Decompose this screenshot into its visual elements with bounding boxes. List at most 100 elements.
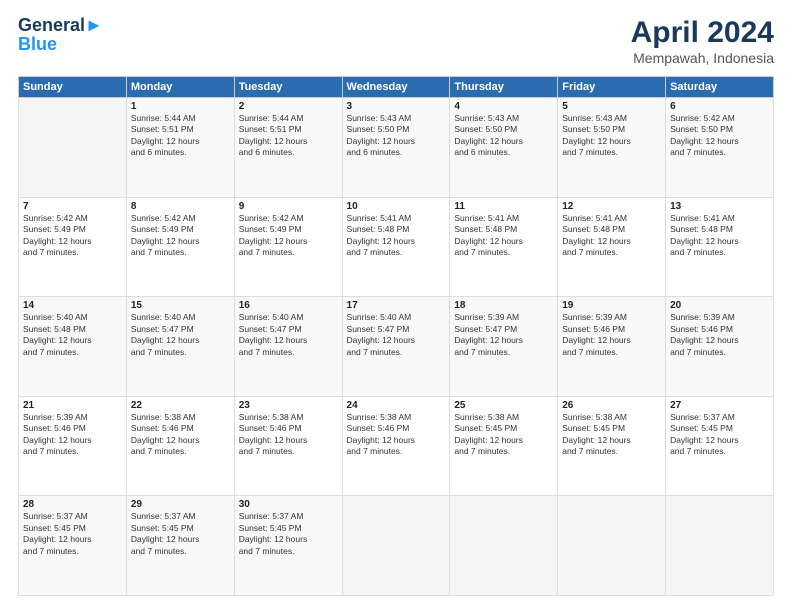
logo-blue: Blue [18,34,103,55]
table-row: 3Sunrise: 5:43 AM Sunset: 5:50 PM Daylig… [342,98,450,198]
location-subtitle: Mempawah, Indonesia [631,50,774,66]
table-row: 5Sunrise: 5:43 AM Sunset: 5:50 PM Daylig… [558,98,666,198]
table-row [19,98,127,198]
logo-text: General► [18,16,103,36]
table-row: 28Sunrise: 5:37 AM Sunset: 5:45 PM Dayli… [19,496,127,596]
cell-info: Sunrise: 5:39 AM Sunset: 5:47 PM Dayligh… [454,312,553,358]
day-number: 6 [670,101,769,112]
day-number: 16 [239,300,338,311]
table-row: 25Sunrise: 5:38 AM Sunset: 5:45 PM Dayli… [450,396,558,496]
table-row: 23Sunrise: 5:38 AM Sunset: 5:46 PM Dayli… [234,396,342,496]
cell-info: Sunrise: 5:39 AM Sunset: 5:46 PM Dayligh… [23,412,122,458]
table-row: 11Sunrise: 5:41 AM Sunset: 5:48 PM Dayli… [450,197,558,297]
table-row: 16Sunrise: 5:40 AM Sunset: 5:47 PM Dayli… [234,297,342,397]
col-wednesday: Wednesday [342,77,450,98]
day-number: 9 [239,201,338,212]
col-tuesday: Tuesday [234,77,342,98]
calendar-week-row: 7Sunrise: 5:42 AM Sunset: 5:49 PM Daylig… [19,197,774,297]
cell-info: Sunrise: 5:40 AM Sunset: 5:48 PM Dayligh… [23,312,122,358]
col-thursday: Thursday [450,77,558,98]
header: General► Blue April 2024 Mempawah, Indon… [18,16,774,66]
table-row: 21Sunrise: 5:39 AM Sunset: 5:46 PM Dayli… [19,396,127,496]
day-number: 10 [347,201,446,212]
table-row [342,496,450,596]
cell-info: Sunrise: 5:37 AM Sunset: 5:45 PM Dayligh… [131,511,230,557]
day-number: 1 [131,101,230,112]
day-number: 27 [670,400,769,411]
cell-info: Sunrise: 5:43 AM Sunset: 5:50 PM Dayligh… [347,113,446,159]
cell-info: Sunrise: 5:42 AM Sunset: 5:49 PM Dayligh… [131,213,230,259]
cell-info: Sunrise: 5:37 AM Sunset: 5:45 PM Dayligh… [239,511,338,557]
cell-info: Sunrise: 5:43 AM Sunset: 5:50 PM Dayligh… [562,113,661,159]
calendar-week-row: 28Sunrise: 5:37 AM Sunset: 5:45 PM Dayli… [19,496,774,596]
day-number: 26 [562,400,661,411]
table-row: 19Sunrise: 5:39 AM Sunset: 5:46 PM Dayli… [558,297,666,397]
cell-info: Sunrise: 5:39 AM Sunset: 5:46 PM Dayligh… [670,312,769,358]
table-row: 10Sunrise: 5:41 AM Sunset: 5:48 PM Dayli… [342,197,450,297]
calendar-week-row: 14Sunrise: 5:40 AM Sunset: 5:48 PM Dayli… [19,297,774,397]
day-number: 23 [239,400,338,411]
cell-info: Sunrise: 5:42 AM Sunset: 5:49 PM Dayligh… [239,213,338,259]
col-monday: Monday [126,77,234,98]
cell-info: Sunrise: 5:38 AM Sunset: 5:46 PM Dayligh… [131,412,230,458]
calendar-week-row: 1Sunrise: 5:44 AM Sunset: 5:51 PM Daylig… [19,98,774,198]
day-number: 17 [347,300,446,311]
table-row [450,496,558,596]
cell-info: Sunrise: 5:43 AM Sunset: 5:50 PM Dayligh… [454,113,553,159]
cell-info: Sunrise: 5:40 AM Sunset: 5:47 PM Dayligh… [131,312,230,358]
cell-info: Sunrise: 5:41 AM Sunset: 5:48 PM Dayligh… [562,213,661,259]
calendar-table: Sunday Monday Tuesday Wednesday Thursday… [18,76,774,596]
day-number: 5 [562,101,661,112]
cell-info: Sunrise: 5:42 AM Sunset: 5:49 PM Dayligh… [23,213,122,259]
cell-info: Sunrise: 5:38 AM Sunset: 5:45 PM Dayligh… [562,412,661,458]
col-saturday: Saturday [666,77,774,98]
cell-info: Sunrise: 5:40 AM Sunset: 5:47 PM Dayligh… [347,312,446,358]
day-number: 20 [670,300,769,311]
cell-info: Sunrise: 5:37 AM Sunset: 5:45 PM Dayligh… [670,412,769,458]
table-row: 13Sunrise: 5:41 AM Sunset: 5:48 PM Dayli… [666,197,774,297]
cell-info: Sunrise: 5:39 AM Sunset: 5:46 PM Dayligh… [562,312,661,358]
col-friday: Friday [558,77,666,98]
table-row: 30Sunrise: 5:37 AM Sunset: 5:45 PM Dayli… [234,496,342,596]
cell-info: Sunrise: 5:37 AM Sunset: 5:45 PM Dayligh… [23,511,122,557]
table-row: 18Sunrise: 5:39 AM Sunset: 5:47 PM Dayli… [450,297,558,397]
table-row: 1Sunrise: 5:44 AM Sunset: 5:51 PM Daylig… [126,98,234,198]
col-sunday: Sunday [19,77,127,98]
table-row [558,496,666,596]
day-number: 30 [239,499,338,510]
table-row: 17Sunrise: 5:40 AM Sunset: 5:47 PM Dayli… [342,297,450,397]
cell-info: Sunrise: 5:41 AM Sunset: 5:48 PM Dayligh… [454,213,553,259]
cell-info: Sunrise: 5:41 AM Sunset: 5:48 PM Dayligh… [347,213,446,259]
table-row: 8Sunrise: 5:42 AM Sunset: 5:49 PM Daylig… [126,197,234,297]
cell-info: Sunrise: 5:38 AM Sunset: 5:46 PM Dayligh… [239,412,338,458]
table-row: 26Sunrise: 5:38 AM Sunset: 5:45 PM Dayli… [558,396,666,496]
table-row [666,496,774,596]
table-row: 12Sunrise: 5:41 AM Sunset: 5:48 PM Dayli… [558,197,666,297]
page: General► Blue April 2024 Mempawah, Indon… [0,0,792,612]
day-number: 19 [562,300,661,311]
day-number: 4 [454,101,553,112]
day-number: 11 [454,201,553,212]
day-number: 18 [454,300,553,311]
table-row: 2Sunrise: 5:44 AM Sunset: 5:51 PM Daylig… [234,98,342,198]
table-row: 27Sunrise: 5:37 AM Sunset: 5:45 PM Dayli… [666,396,774,496]
day-number: 8 [131,201,230,212]
day-number: 13 [670,201,769,212]
table-row: 9Sunrise: 5:42 AM Sunset: 5:49 PM Daylig… [234,197,342,297]
table-row: 22Sunrise: 5:38 AM Sunset: 5:46 PM Dayli… [126,396,234,496]
cell-info: Sunrise: 5:44 AM Sunset: 5:51 PM Dayligh… [239,113,338,159]
day-number: 3 [347,101,446,112]
day-number: 12 [562,201,661,212]
cell-info: Sunrise: 5:44 AM Sunset: 5:51 PM Dayligh… [131,113,230,159]
table-row: 14Sunrise: 5:40 AM Sunset: 5:48 PM Dayli… [19,297,127,397]
calendar-header-row: Sunday Monday Tuesday Wednesday Thursday… [19,77,774,98]
table-row: 29Sunrise: 5:37 AM Sunset: 5:45 PM Dayli… [126,496,234,596]
table-row: 7Sunrise: 5:42 AM Sunset: 5:49 PM Daylig… [19,197,127,297]
day-number: 25 [454,400,553,411]
cell-info: Sunrise: 5:41 AM Sunset: 5:48 PM Dayligh… [670,213,769,259]
day-number: 24 [347,400,446,411]
logo: General► Blue [18,16,103,55]
table-row: 6Sunrise: 5:42 AM Sunset: 5:50 PM Daylig… [666,98,774,198]
month-title: April 2024 [631,16,774,50]
day-number: 22 [131,400,230,411]
